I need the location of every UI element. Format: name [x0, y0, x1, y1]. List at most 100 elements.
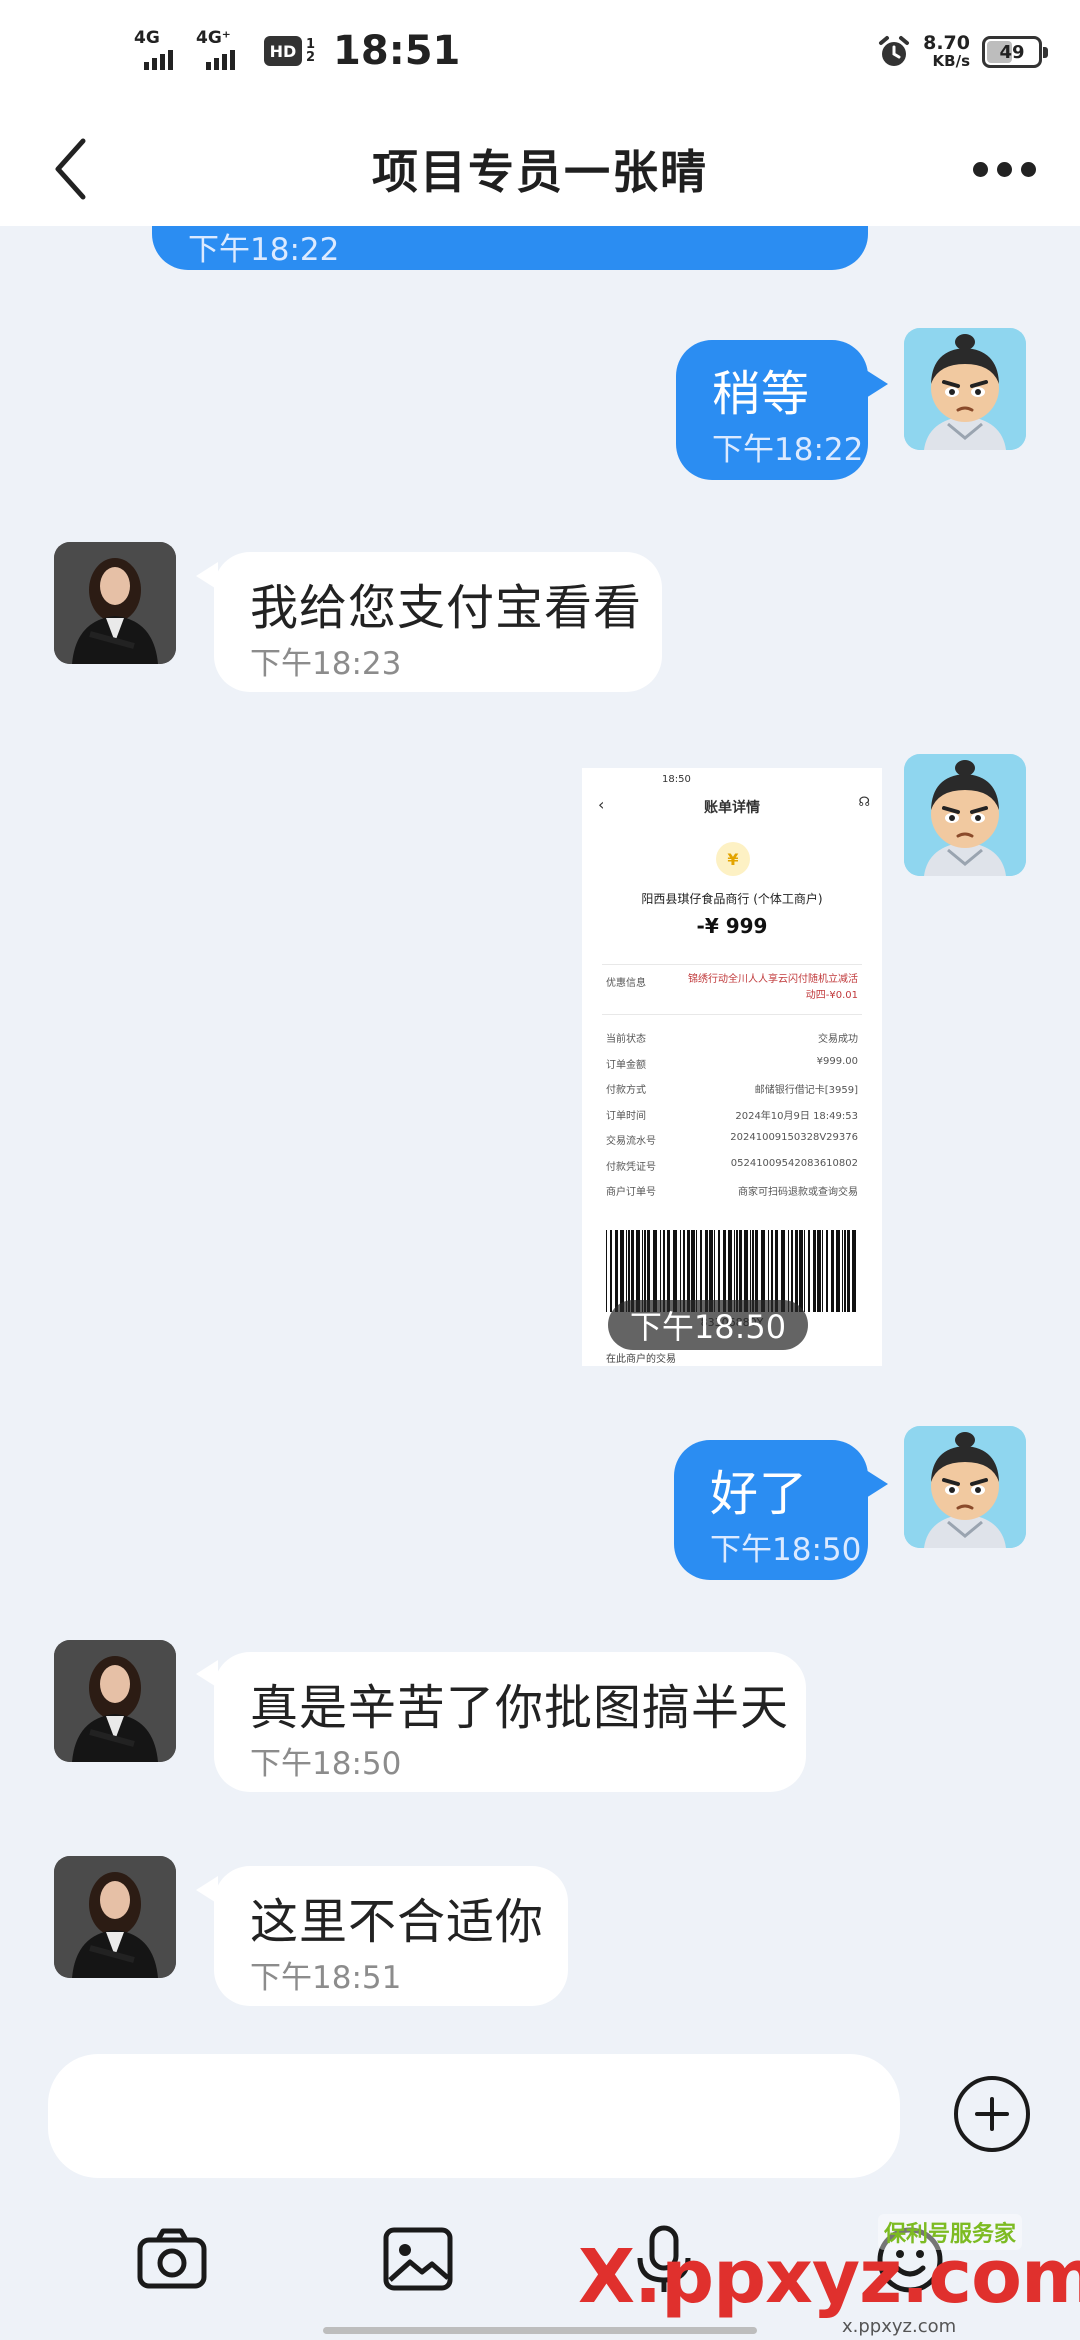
message-time: 下午18:22 — [712, 432, 864, 468]
chat-header: 项目专员一张晴 — [0, 112, 1080, 226]
barcode-bar — [836, 1230, 840, 1312]
message-time: 下午18:50 — [608, 1300, 808, 1350]
barcode-bar — [615, 1230, 618, 1312]
add-attachment-button[interactable] — [954, 2076, 1030, 2152]
receipt-row-label: 交易流水号 — [606, 1136, 656, 1147]
barcode-bar — [831, 1230, 834, 1312]
battery-icon: 49 — [982, 36, 1048, 68]
barcode-bar — [610, 1230, 612, 1312]
receipt-status-bar: 18:50 — [582, 772, 882, 788]
receipt-row: 商户订单号 商家可扫码退款或查询交易 — [606, 1183, 858, 1199]
barcode-bar — [852, 1230, 856, 1312]
receipt-title: 账单详情 — [704, 800, 760, 816]
bubble-tail — [866, 370, 888, 398]
hd-voice-icon: HD — [264, 36, 302, 66]
receipt-row-label: 订单时间 — [606, 1110, 646, 1122]
status-right: 8.70 KB/s 49 — [877, 32, 1048, 71]
message-input[interactable] — [48, 2054, 900, 2178]
bubble-tail — [866, 1470, 888, 1498]
message-text: 真是辛苦了你批图搞半天 — [250, 1680, 790, 1736]
barcode-bar — [822, 1230, 823, 1312]
message-time: 下午18:23 — [250, 646, 402, 682]
receipt-row-label: 付款方式 — [606, 1085, 646, 1096]
cartoon-avatar-icon — [904, 328, 1026, 450]
person-photo-icon — [54, 1856, 176, 1978]
message-time: 下午18:50 — [710, 1532, 862, 1568]
status-time: 18:51 — [333, 28, 461, 74]
barcode-bar — [791, 1230, 793, 1312]
receipt-service-icon: ☊ — [858, 795, 870, 810]
receipt-row-label: 当前状态 — [606, 1034, 646, 1045]
message-bubble-incoming[interactable]: 我给您支付宝看看 下午18:23 — [214, 552, 662, 692]
network-type-2: 4G⁺ — [196, 28, 231, 48]
image-icon — [383, 2227, 453, 2291]
receipt-image-message[interactable]: 18:50 ‹ 账单详情 ☊ ¥ 阳西县琪仔食品商行 (个体工商户) -¥ 99… — [582, 768, 882, 1366]
contact-avatar[interactable] — [54, 1856, 176, 1978]
barcode-bar — [795, 1230, 798, 1312]
status-bar: 4G 4G⁺ HD 1 2 18:51 8.70 KB/s 49 — [0, 0, 1080, 112]
receipt-promo-value: 锦绣行动全川人人享云闪付随机立减活动四-¥0.01 — [688, 974, 858, 1001]
network-speed: 8.70 KB/s — [923, 32, 970, 71]
message-bubble-outgoing[interactable]: 下午18:22 — [152, 226, 868, 270]
speed-value: 8.70 — [923, 32, 970, 54]
cartoon-avatar-icon — [904, 754, 1026, 876]
receipt-row: 当前状态 交易成功 — [606, 1030, 858, 1046]
back-button[interactable] — [40, 132, 100, 206]
message-bubble-outgoing[interactable]: 稍等 下午18:22 — [676, 340, 868, 480]
barcode-bar — [817, 1230, 821, 1312]
barcode-bar — [620, 1230, 624, 1312]
divider — [602, 1014, 862, 1015]
message-bubble-incoming[interactable]: 真是辛苦了你批图搞半天 下午18:50 — [214, 1652, 806, 1792]
network-type-1: 4G — [134, 28, 160, 48]
receipt-row-value: 20241009150328V29376 — [730, 1132, 858, 1143]
divider — [602, 964, 862, 965]
message-bubble-incoming[interactable]: 这里不合适你 下午18:51 — [214, 1866, 568, 2006]
receipt-amount: -¥ 999 — [696, 914, 768, 938]
barcode-bar — [826, 1230, 828, 1312]
chevron-left-icon — [55, 138, 86, 200]
barcode-bar — [804, 1230, 805, 1312]
gallery-button[interactable] — [378, 2220, 458, 2300]
my-avatar[interactable] — [904, 754, 1026, 876]
person-photo-icon — [54, 542, 176, 664]
receipt-row-value: 商家可扫码退款或查询交易 — [738, 1187, 858, 1198]
receipt-row: 付款方式 邮储银行借记卡[3959] — [606, 1081, 858, 1097]
message-time: 下午18:50 — [250, 1746, 402, 1782]
receipt-status-time: 18:50 — [662, 774, 691, 785]
watermark-tag: 保利号服务家 — [877, 2214, 1022, 2250]
contact-avatar[interactable] — [54, 542, 176, 664]
my-avatar[interactable] — [904, 328, 1026, 450]
barcode-bar — [813, 1230, 816, 1312]
more-options-button[interactable] — [964, 144, 1044, 194]
camera-icon — [137, 2228, 207, 2289]
home-indicator[interactable] — [323, 2327, 757, 2334]
receipt-row-label: 商户订单号 — [606, 1187, 656, 1198]
battery-level: 49 — [999, 41, 1025, 63]
watermark-url: x.ppxyz.com — [842, 2316, 957, 2337]
my-avatar[interactable] — [904, 1426, 1026, 1548]
receipt-row-value: 交易成功 — [818, 1034, 858, 1045]
cartoon-avatar-icon — [904, 1426, 1026, 1548]
status-left: 4G 4G⁺ HD 1 2 18:51 — [134, 28, 460, 74]
alarm-icon — [879, 36, 910, 66]
contact-avatar[interactable] — [54, 1640, 176, 1762]
speed-unit: KB/s — [932, 52, 970, 70]
receipt-row-value: 邮储银行借记卡[3959] — [754, 1085, 858, 1096]
barcode-bar — [847, 1230, 850, 1312]
camera-button[interactable] — [132, 2220, 212, 2300]
receipt-row: 付款凭证号 05241009542083610802 — [606, 1158, 858, 1174]
message-bubble-outgoing[interactable]: 好了 下午18:50 — [674, 1440, 868, 1580]
receipt-row: 交易流水号 20241009150328V29376 — [606, 1132, 858, 1148]
person-photo-icon — [54, 1640, 176, 1762]
receipt-row-value: 05241009542083610802 — [730, 1157, 858, 1169]
signal-icon-2: 4G⁺ — [196, 28, 244, 74]
barcode-bar — [606, 1230, 607, 1312]
receipt-row: 订单金额 ¥999.00 — [606, 1056, 858, 1072]
message-text: 好了 — [710, 1466, 809, 1522]
hd-sim-indicator: 1 2 — [306, 38, 315, 64]
receipt-row-label: 订单金额 — [606, 1059, 646, 1071]
message-text: 我给您支付宝看看 — [250, 580, 643, 636]
message-text: 稍等 — [712, 366, 811, 422]
more-dot-icon — [996, 161, 1012, 177]
receipt-promo-label: 优惠信息 — [606, 978, 646, 989]
